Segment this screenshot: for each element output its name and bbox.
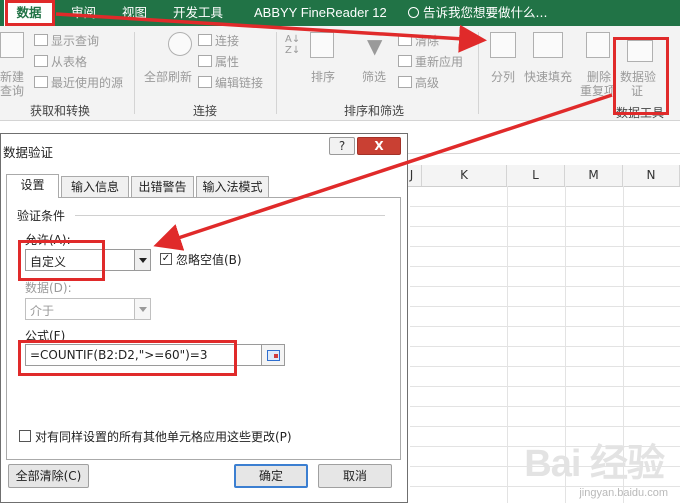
group-label-get-transform: 获取和转换 (30, 104, 91, 118)
table-icon (34, 55, 48, 67)
data-dropdown-arrow[interactable] (134, 299, 150, 319)
dialog-tab-settings[interactable]: 设置 (6, 174, 59, 198)
grid-line (410, 366, 680, 367)
properties-button[interactable]: 属性 (198, 53, 239, 70)
grid-line (410, 326, 680, 327)
edit-links-button[interactable]: 编辑链接 (198, 74, 263, 91)
recent-sources-button[interactable]: 最近使用的源 (34, 74, 123, 91)
grid-line (410, 266, 680, 267)
reapply-button[interactable]: 重新应用 (398, 53, 463, 70)
criteria-heading: 验证条件 (17, 209, 66, 223)
show-queries-icon (34, 34, 48, 46)
grid-line (410, 286, 680, 287)
group-label-connections: 连接 (193, 104, 218, 118)
data-dropdown[interactable]: 介于 (25, 298, 151, 320)
apply-all-label: 对有同样设置的所有其他单元格应用这些更改(P) (35, 430, 292, 444)
chevron-down-icon (139, 307, 147, 312)
funnel-icon: ▼ (367, 34, 383, 58)
remove-duplicates-icon (586, 32, 610, 58)
help-button[interactable]: ? (329, 137, 355, 155)
new-query-label-2[interactable]: 查询 (0, 82, 24, 99)
highlight-data-validation (613, 37, 669, 115)
data-dropdown-value: 介于 (30, 304, 55, 318)
new-query-icon (0, 32, 24, 58)
column-header-n[interactable]: N (623, 165, 680, 186)
advanced-filter-button[interactable]: 高级 (398, 74, 439, 91)
dialog-title: 数据验证 (3, 145, 54, 160)
filter-button[interactable]: 筛选 (362, 68, 386, 85)
data-validation-dialog: 数据验证 ? X 设置 输入信息 出错警告 输入法模式 验证条件 允许(A): … (0, 133, 408, 503)
connections-button[interactable]: 连接 (198, 32, 239, 49)
column-header-k[interactable]: K (422, 165, 507, 186)
tab-abbyy-finereader[interactable]: ABBYY FineReader 12 (254, 0, 387, 26)
properties-icon (198, 55, 212, 67)
clock-icon (34, 76, 48, 88)
refresh-all-button[interactable]: 全部刷新 (144, 68, 192, 85)
ribbon-tab-bar: 数据 审阅 视图 开发工具 ABBYY FineReader 12 告诉我您想要… (0, 0, 680, 26)
range-picker-button[interactable] (261, 344, 285, 366)
highlight-allow-custom (18, 240, 105, 281)
close-button[interactable]: X (357, 137, 401, 155)
chevron-down-icon (139, 258, 147, 263)
clear-filter-button[interactable]: 清除 (398, 32, 439, 49)
grid-line (410, 426, 680, 427)
watermark-url: jingyan.baidu.com (579, 487, 668, 499)
grid-line (410, 206, 680, 207)
grid-line (410, 246, 680, 247)
column-header-m[interactable]: M (565, 165, 623, 186)
sort-dialog-icon (310, 32, 334, 58)
tell-me-text: 告诉我您想要做什么... (423, 5, 548, 20)
link-icon (198, 76, 212, 88)
tab-review[interactable]: 审阅 (71, 0, 96, 26)
show-queries-button[interactable]: 显示查询 (34, 32, 99, 49)
settings-panel: 验证条件 允许(A): 自定义 ✓ 忽略空值(B) 数据(D): 介于 公式(F… (6, 197, 401, 460)
ribbon-separator (276, 32, 277, 114)
grid-line (410, 226, 680, 227)
grid-line (410, 306, 680, 307)
refresh-all-icon (168, 32, 192, 56)
highlight-data-tab (5, 0, 55, 26)
grid-line (410, 406, 680, 407)
lightbulb-icon (408, 7, 419, 18)
dialog-tab-error-alert[interactable]: 出错警告 (131, 176, 194, 197)
group-label-sort-filter: 排序和筛选 (344, 104, 405, 118)
flash-fill-button[interactable]: 快速填充 (524, 68, 572, 85)
range-picker-icon-mark (274, 354, 278, 358)
text-to-columns-button[interactable]: 分列 (491, 68, 515, 85)
ribbon-separator (134, 32, 135, 114)
grid-line (410, 386, 680, 387)
sort-button[interactable]: 排序 (311, 68, 335, 85)
text-to-columns-icon (490, 32, 516, 58)
flash-fill-icon (533, 32, 563, 58)
ok-button[interactable]: 确定 (234, 464, 308, 488)
dialog-tab-ime-mode[interactable]: 输入法模式 (196, 176, 269, 197)
from-table-button[interactable]: 从表格 (34, 53, 87, 70)
grid-line (507, 186, 508, 503)
connections-icon (198, 34, 212, 46)
ribbon-separator (478, 32, 479, 114)
allow-dropdown-arrow[interactable] (134, 250, 150, 270)
data-label: 数据(D): (25, 281, 72, 295)
tab-view[interactable]: 视图 (122, 0, 147, 26)
sort-az-icon[interactable]: A↓ Z↓ (285, 34, 300, 56)
ignore-blank-checkbox[interactable]: ✓ (160, 253, 172, 265)
highlight-formula (18, 340, 237, 376)
clear-filter-icon (398, 34, 412, 46)
tell-me-search[interactable]: 告诉我您想要做什么... (408, 0, 547, 26)
dialog-tab-input-message[interactable]: 输入信息 (61, 176, 129, 197)
ribbon: 新建 查询 显示查询 从表格 最近使用的源 获取和转换 全部刷新 连接 属性 编… (0, 26, 680, 121)
advanced-filter-icon (398, 76, 412, 88)
reapply-icon (398, 55, 412, 67)
baidu-logo-watermark: Bai 经验 (524, 443, 665, 485)
column-header-l[interactable]: L (507, 165, 565, 186)
cancel-button[interactable]: 取消 (318, 464, 392, 488)
grid-line (410, 346, 680, 347)
ignore-blank-label: 忽略空值(B) (176, 253, 242, 267)
clear-all-button[interactable]: 全部清除(C) (8, 464, 89, 488)
remove-duplicates-label-2[interactable]: 重复项 (580, 82, 616, 99)
apply-all-checkbox[interactable] (19, 430, 31, 442)
divider (75, 215, 385, 216)
tab-developer[interactable]: 开发工具 (173, 0, 223, 26)
